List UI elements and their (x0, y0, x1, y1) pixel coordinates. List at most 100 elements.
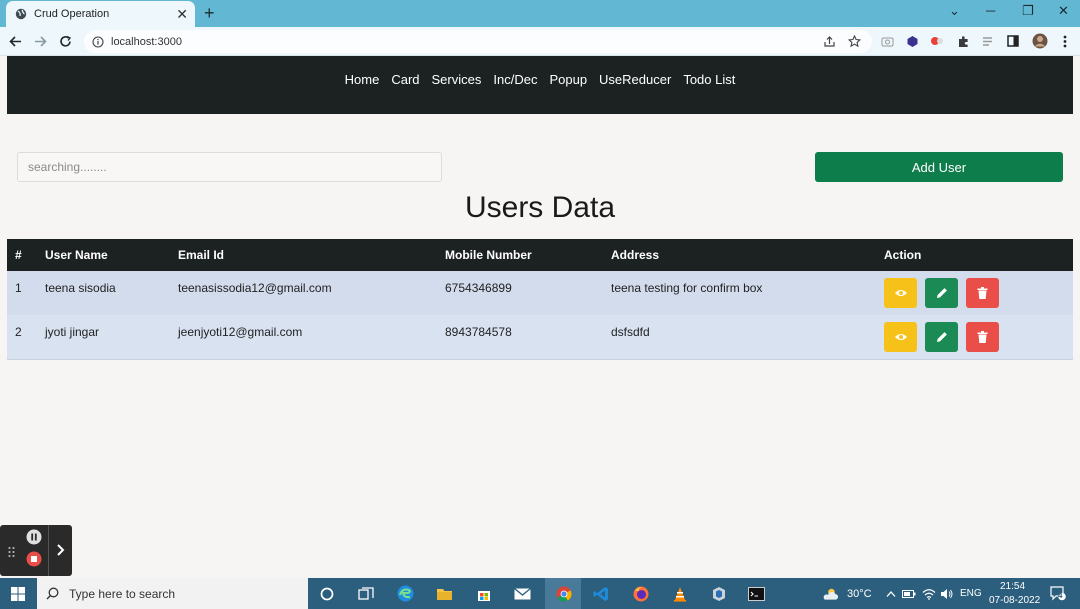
chevron-right-icon[interactable] (56, 543, 65, 562)
cell-email: jeenjyoti12@gmail.com (178, 325, 303, 339)
side-panel-icon[interactable] (1006, 34, 1020, 48)
search-icon (46, 587, 59, 600)
camera-icon[interactable] (880, 34, 894, 48)
page-title: Users Data (464, 191, 616, 224)
nav-popup[interactable]: Popup (549, 72, 587, 88)
cell-id: 2 (15, 325, 22, 339)
star-icon[interactable] (847, 34, 862, 53)
extension-hexagon-icon[interactable] (905, 34, 919, 48)
cell-id: 1 (15, 281, 22, 295)
security-app-icon[interactable] (710, 585, 727, 602)
browser-tab[interactable]: Crud Operation ✕ (6, 1, 195, 27)
language-indicator[interactable]: ENG (960, 588, 982, 599)
cell-email: teenasissodia12@gmail.com (178, 281, 332, 295)
back-icon[interactable] (7, 33, 23, 49)
nav-services[interactable]: Services (432, 72, 482, 88)
share-icon[interactable] (823, 35, 836, 53)
reading-list-icon[interactable] (981, 34, 995, 48)
info-icon[interactable] (92, 35, 104, 48)
reload-icon[interactable] (57, 33, 73, 49)
browser-tab-bar: Crud Operation ✕ + ⌄ ─ ❐ ✕ (0, 0, 1080, 27)
cell-name: teena sisodia (45, 281, 116, 295)
header-address: Address (611, 248, 660, 262)
close-window-icon[interactable]: ✕ (1058, 3, 1069, 19)
header-mobile: Mobile Number (445, 248, 532, 262)
profile-avatar-icon[interactable] (1031, 32, 1048, 49)
edit-button[interactable] (925, 322, 958, 352)
nav-todo-list[interactable]: Todo List (683, 72, 735, 88)
more-vert-icon[interactable] (1058, 34, 1072, 48)
nav-inc-dec[interactable]: Inc/Dec (493, 72, 537, 88)
edge-browser-icon[interactable] (397, 585, 414, 602)
table-header: # User Name Email Id Mobile Number Addre… (7, 239, 1073, 271)
pause-icon[interactable] (26, 529, 42, 550)
table-row: 1 teena sisodia teenasissodia12@gmail.co… (7, 271, 1073, 315)
chevron-up-icon[interactable] (882, 585, 899, 602)
eye-icon (894, 290, 907, 296)
task-view-icon[interactable] (357, 585, 374, 602)
clock-time[interactable]: 21:54 (1000, 581, 1025, 592)
nav-card[interactable]: Card (391, 72, 419, 88)
globe-icon (14, 8, 27, 21)
cell-mobile: 8943784578 (445, 325, 512, 339)
stop-icon[interactable] (26, 551, 42, 572)
tab-title: Crud Operation (34, 8, 110, 20)
trash-icon (977, 331, 988, 343)
terminal-icon[interactable] (748, 585, 765, 602)
new-tab-icon[interactable]: + (204, 4, 215, 22)
nav-usereducer[interactable]: UseReducer (599, 72, 671, 88)
restore-icon[interactable]: ❐ (1022, 3, 1034, 19)
chrome-icon[interactable] (555, 585, 572, 602)
pencil-icon (936, 332, 947, 342)
puzzle-icon[interactable] (956, 34, 970, 48)
browser-toolbar: localhost:3000 (0, 27, 1080, 56)
clock-date[interactable]: 07-08-2022 (989, 595, 1040, 606)
windows-taskbar: Type here to search 30°C ENG 21:54 07-08… (0, 578, 1080, 609)
weather-cloud-icon (822, 585, 839, 602)
header-user-name: User Name (45, 248, 108, 262)
edit-button[interactable] (925, 278, 958, 308)
taskbar-search[interactable]: Type here to search (37, 578, 308, 609)
search-input[interactable] (17, 152, 442, 182)
file-explorer-icon[interactable] (436, 585, 453, 602)
delete-button[interactable] (966, 278, 999, 308)
add-user-button[interactable]: Add User (815, 152, 1063, 182)
view-button[interactable] (884, 322, 917, 352)
view-button[interactable] (884, 278, 917, 308)
header-action: Action (884, 248, 922, 262)
minimize-icon[interactable]: ─ (986, 3, 995, 18)
firefox-icon[interactable] (632, 585, 649, 602)
cell-address: teena testing for confirm box (611, 281, 763, 295)
vlc-icon[interactable] (671, 585, 688, 602)
table-row: 2 jyoti jingar jeenjyoti12@gmail.com 894… (7, 315, 1073, 359)
users-table: # User Name Email Id Mobile Number Addre… (7, 239, 1073, 360)
mail-icon[interactable] (514, 585, 531, 602)
taskbar-search-text: Type here to search (69, 586, 176, 601)
divider (48, 525, 49, 576)
header-email: Email Id (178, 248, 225, 262)
drag-handle-icon[interactable] (8, 545, 15, 563)
wifi-icon[interactable] (920, 585, 937, 602)
address-bar[interactable]: localhost:3000 (84, 30, 872, 53)
chevron-down-icon[interactable]: ⌄ (949, 3, 960, 19)
weather-temperature[interactable]: 30°C (847, 588, 872, 600)
trash-icon (977, 287, 988, 299)
microsoft-store-icon[interactable] (475, 585, 492, 602)
notification-count: 4 (1058, 591, 1063, 600)
cortana-icon[interactable] (318, 585, 335, 602)
nav-home[interactable]: Home (345, 72, 380, 88)
cell-mobile: 6754346899 (445, 281, 512, 295)
eye-icon (894, 334, 907, 340)
delete-button[interactable] (966, 322, 999, 352)
header-index: # (15, 248, 22, 262)
url-text: localhost:3000 (111, 35, 182, 48)
cell-actions (876, 271, 1073, 315)
close-icon[interactable]: ✕ (176, 7, 188, 21)
volume-icon[interactable] (938, 585, 955, 602)
pencil-icon (936, 288, 947, 298)
windows-start-icon[interactable] (9, 585, 26, 602)
vscode-icon[interactable] (592, 585, 609, 602)
record-extension-icon[interactable] (930, 34, 944, 48)
forward-icon[interactable] (32, 33, 48, 49)
battery-icon[interactable] (900, 585, 917, 602)
